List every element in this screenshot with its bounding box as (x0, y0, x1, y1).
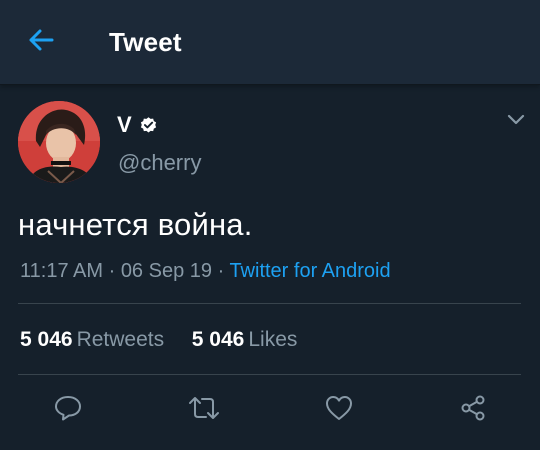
top-bar: Tweet (0, 0, 540, 85)
retweets-label: Retweets (76, 328, 165, 351)
avatar[interactable] (18, 101, 100, 183)
meta-separator: · (217, 260, 230, 282)
divider (18, 374, 521, 375)
reply-button[interactable] (50, 393, 86, 427)
source-app-link[interactable]: Twitter for Android (229, 260, 390, 282)
like-button[interactable] (321, 393, 357, 427)
verified-badge-icon (139, 116, 158, 135)
likes-label: Likes (248, 328, 298, 351)
more-options-button[interactable] (504, 112, 528, 132)
share-button[interactable] (455, 393, 491, 427)
likes-stat[interactable]: 5 046 Likes (192, 328, 298, 351)
reply-icon (53, 394, 83, 427)
tweet-meta: 11:17 AM · 06 Sep 19 · Twitter for Andro… (20, 258, 391, 284)
author-name[interactable]: V (117, 112, 158, 138)
page-title: Tweet (109, 27, 182, 57)
retweet-icon (187, 395, 221, 426)
chevron-down-icon (507, 113, 525, 131)
tweet-time: 11:17 AM (20, 260, 104, 282)
retweets-stat[interactable]: 5 046 Retweets (20, 328, 170, 351)
like-count: 5 046 (191, 328, 245, 351)
retweet-button[interactable] (186, 393, 222, 427)
tweet-text: начнется война. (18, 207, 253, 242)
share-icon (458, 393, 488, 428)
tweet-date: 06 Sep 19 (120, 260, 213, 282)
like-icon (324, 394, 354, 427)
arrow-left-icon (27, 28, 55, 57)
tweet-detail-screen: Tweet V @cherry начнется война. 11:17 AM… (0, 0, 540, 450)
tweet-stats: 5 046 Retweets 5 046 Likes (20, 326, 297, 354)
retweet-count: 5 046 (20, 328, 73, 351)
back-button[interactable] (24, 26, 58, 58)
author-handle[interactable]: @cherry (118, 150, 201, 176)
display-name-text: V (117, 112, 132, 137)
divider (18, 303, 521, 304)
meta-separator: · (108, 260, 121, 282)
